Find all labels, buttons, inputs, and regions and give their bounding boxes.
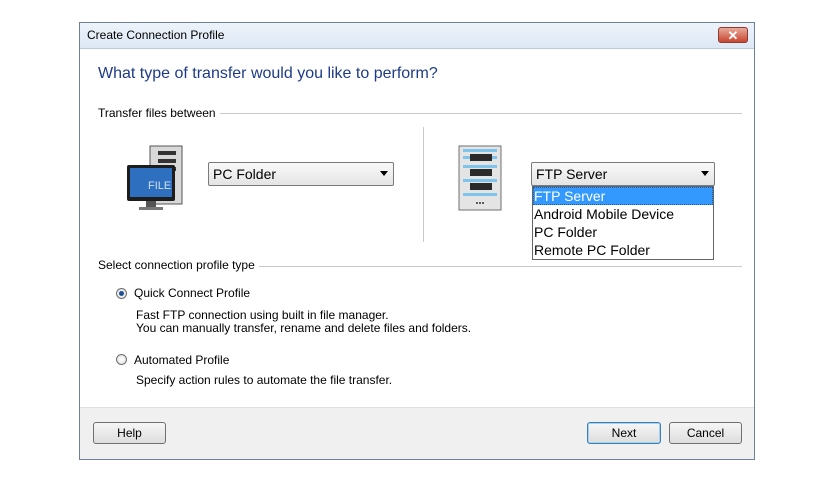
help-button[interactable]: Help bbox=[93, 422, 166, 444]
source-type-combo[interactable]: PC Folder bbox=[208, 162, 394, 186]
dropdown-option-pc-folder[interactable]: PC Folder bbox=[533, 223, 713, 241]
destination-type-value: FTP Server bbox=[536, 166, 608, 182]
chevron-down-icon bbox=[701, 171, 709, 176]
column-separator bbox=[423, 127, 424, 242]
pc-icon-text: FILE bbox=[148, 180, 171, 192]
automated-profile-radio[interactable] bbox=[116, 354, 127, 365]
button-bar: Help Next Cancel bbox=[80, 407, 754, 459]
title-bar[interactable]: Create Connection Profile ✕ bbox=[80, 23, 754, 49]
automated-profile-label[interactable]: Automated Profile bbox=[134, 353, 229, 367]
profile-group-label: Select connection profile type bbox=[98, 258, 259, 272]
close-icon[interactable]: ✕ bbox=[718, 27, 748, 43]
server-icon bbox=[458, 145, 502, 211]
pc-file-icon: FILE bbox=[124, 143, 202, 215]
dropdown-option-android-mobile-device[interactable]: Android Mobile Device bbox=[533, 205, 713, 223]
quick-connect-desc-1: Fast FTP connection using built in file … bbox=[136, 308, 389, 322]
dialog-window: Create Connection Profile ✕ What type of… bbox=[79, 22, 755, 460]
quick-connect-desc-2: You can manually transfer, rename and de… bbox=[136, 321, 472, 335]
quick-connect-radio[interactable] bbox=[116, 288, 127, 299]
cancel-button[interactable]: Cancel bbox=[669, 422, 742, 444]
destination-type-combo[interactable]: FTP Server bbox=[531, 162, 715, 186]
chevron-down-icon bbox=[380, 171, 388, 176]
dropdown-option-remote-pc-folder[interactable]: Remote PC Folder bbox=[533, 241, 713, 259]
window-title: Create Connection Profile bbox=[87, 28, 225, 42]
next-button[interactable]: Next bbox=[587, 422, 661, 444]
page-heading: What type of transfer would you like to … bbox=[98, 65, 438, 82]
source-type-value: PC Folder bbox=[213, 166, 277, 182]
automated-profile-desc: Specify action rules to automate the fil… bbox=[136, 373, 393, 387]
dropdown-option-ftp-server[interactable]: FTP Server bbox=[533, 187, 713, 205]
destination-type-dropdown[interactable]: FTP Server Android Mobile Device PC Fold… bbox=[532, 186, 714, 260]
quick-connect-label[interactable]: Quick Connect Profile bbox=[134, 286, 250, 300]
transfer-group-label: Transfer files between bbox=[98, 106, 220, 120]
